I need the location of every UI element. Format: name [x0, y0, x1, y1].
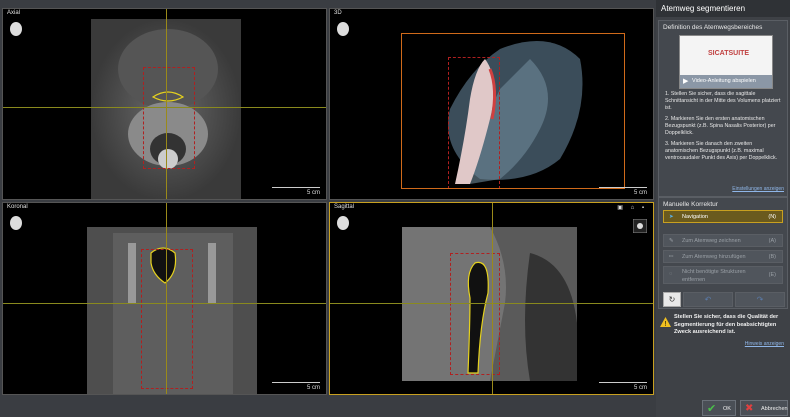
video-button-bar: ▶ Video-Anleitung abspielen [680, 75, 772, 88]
tool-navigation-key: (N) [768, 214, 776, 220]
video-button-label: Video-Anleitung abspielen [692, 78, 756, 84]
brush-icon: ✎ [669, 238, 674, 244]
tool-remove-label: Nicht benötigte Strukturen entfernen [682, 269, 746, 283]
axial-viewport[interactable]: Axial 5 cm [2, 8, 327, 200]
pen-icon: ✏ [669, 254, 674, 260]
panel-title: Atemweg segmentieren [656, 0, 790, 17]
lasso-icon: ◌ [669, 271, 673, 277]
threed-volume-box [401, 33, 625, 189]
sagittal-viewport[interactable]: Sagittal ▣ ⌂ ▪ 5 cm [329, 202, 654, 395]
settings-link[interactable]: Einstellungen anzeigen [732, 186, 784, 192]
undo-button[interactable]: ↶ [683, 292, 733, 307]
coronal-viewport[interactable]: Koronal 5 cm [2, 202, 327, 395]
coronal-scalebar: 5 cm [272, 382, 320, 391]
step-3: 3. Markieren Sie danach den zweiten anat… [665, 141, 778, 161]
tool-draw-label: Zum Atemweg zeichnen [682, 238, 741, 244]
coronal-crosshair-h [3, 303, 326, 304]
tool-navigation-label: Navigation [682, 214, 708, 220]
axial-roi-box [143, 67, 195, 169]
right-panel: Atemweg segmentieren Definition des Atem… [656, 0, 790, 417]
threed-scalebar: 5 cm [599, 187, 647, 196]
cursor-icon: ➤ [669, 214, 674, 220]
tool-remove-button[interactable]: ◌ Nicht benötigte Strukturen entfernen (E… [663, 266, 783, 284]
manual-correction-section: Manuelle Korrektur ➤ Navigation (N) ✎ Zum… [658, 197, 788, 309]
undo-reset-button[interactable]: ↻ [663, 292, 681, 307]
hint-link[interactable]: Hinweis anzeigen [745, 341, 784, 347]
tool-draw-button[interactable]: ✎ Zum Atemweg zeichnen (A) [663, 234, 783, 247]
sagittal-scalebar: 5 cm [599, 382, 647, 391]
axial-crosshair-v [166, 9, 167, 199]
cancel-button[interactable]: ✖ Abbrechen [740, 400, 788, 416]
tool-add-key: (B) [768, 254, 776, 260]
cancel-icon: ✖ [745, 403, 754, 414]
video-button[interactable]: SICATSUITE ▶ Video-Anleitung abspielen [679, 35, 773, 89]
tool-add-button[interactable]: ✏ Zum Atemweg hinzufügen (B) [663, 250, 783, 263]
play-icon: ▶ [683, 78, 689, 85]
check-icon: ✔ [707, 403, 717, 415]
coronal-crosshair-v [166, 203, 167, 394]
coronal-roi-box [141, 249, 193, 389]
instruction-steps: 1. Stellen Sie sicher, dass die sagittal… [665, 91, 781, 166]
tool-draw-key: (A) [768, 238, 776, 244]
axial-scalebar: 5 cm [272, 187, 320, 196]
tool-navigation-button[interactable]: ➤ Navigation (N) [663, 210, 783, 223]
axial-crosshair-h [3, 107, 326, 108]
cancel-label: Abbrechen [761, 406, 788, 412]
warning-icon: ! [660, 317, 671, 327]
step-1: 1. Stellen Sie sicher, dass die sagittal… [665, 91, 781, 111]
video-logo: SICATSUITE [708, 50, 750, 57]
sagittal-crosshair-v [492, 203, 493, 394]
step-2: 2. Markieren Sie den ersten anatomischen… [665, 116, 776, 136]
ok-label: OK [723, 406, 731, 412]
definition-title: Definition des Atemwegsbereiches [663, 24, 763, 31]
warning-text: Stellen Sie sicher, dass die Qualität de… [674, 314, 779, 335]
tool-add-label: Zum Atemweg hinzufügen [682, 254, 746, 260]
tool-remove-key: (E) [768, 272, 776, 278]
redo-button[interactable]: ↷ [735, 292, 785, 307]
definition-section: Definition des Atemwegsbereiches SICATSU… [658, 20, 788, 197]
svg-text:!: ! [665, 321, 667, 327]
threed-viewport[interactable]: 3D 5 cm [329, 8, 654, 200]
ok-button[interactable]: ✔ OK [702, 400, 736, 416]
